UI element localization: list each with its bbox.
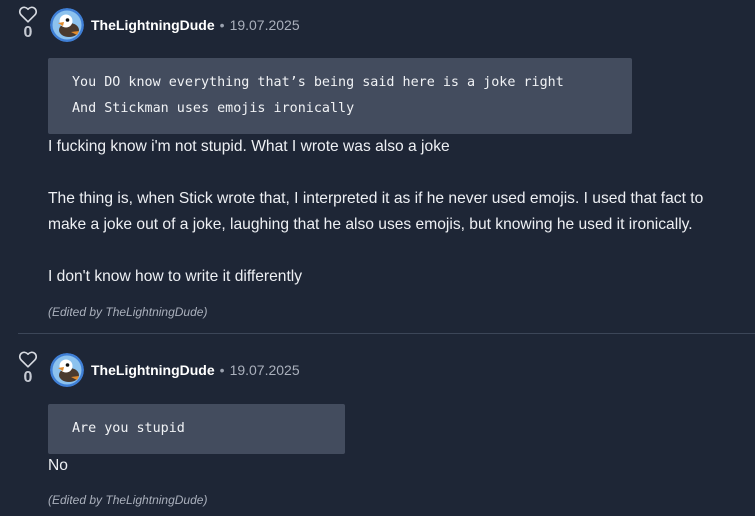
quote-line: You DO know everything that’s being said… [72,75,564,90]
quote-block: Are you stupid [48,404,345,454]
comment-date: 19.07.2025 [229,17,300,33]
quote-block: You DO know everything that’s being said… [48,58,632,134]
heart-icon[interactable] [18,5,38,23]
like-count: 0 [23,24,33,41]
like-control: 0 [16,5,40,43]
username-link[interactable]: TheLightningDude [91,362,215,378]
like-control: 0 [16,350,40,388]
duck-avatar-icon [50,8,84,42]
comment-header: TheLightningDude • 19.07.2025 [91,361,300,379]
separator-dot: • [219,362,225,378]
avatar[interactable] [50,353,84,387]
quote-line: Are you stupid [72,421,185,436]
comment-text: I don't know how to write it differently [48,268,303,285]
username-link[interactable]: TheLightningDude [91,17,215,33]
heart-icon[interactable] [18,350,38,368]
edited-note: (Edited by TheLightningDude) [48,493,208,507]
comment-text: The thing is, when Stick wrote that, I i… [48,190,704,207]
comment: 0 TheLightningDude • 19.07.2025 You DO kno… [0,0,755,333]
like-count: 0 [23,369,33,386]
quote-line: And Stickman uses emojis ironically [72,101,355,116]
comment-date: 19.07.2025 [229,362,300,378]
comment-text: I fucking know i'm not stupid. What I wr… [48,138,450,155]
avatar[interactable] [50,8,84,42]
comment-header: TheLightningDude • 19.07.2025 [91,16,300,34]
edited-note: (Edited by TheLightningDude) [48,305,208,319]
duck-avatar-icon [50,353,84,387]
comment-text: make a joke out of a joke, laughing that… [48,216,693,233]
comment: 0 TheLightningDude • 19.07.2025 Are you st… [0,334,755,516]
comment-text: No [48,457,68,474]
separator-dot: • [219,17,225,33]
